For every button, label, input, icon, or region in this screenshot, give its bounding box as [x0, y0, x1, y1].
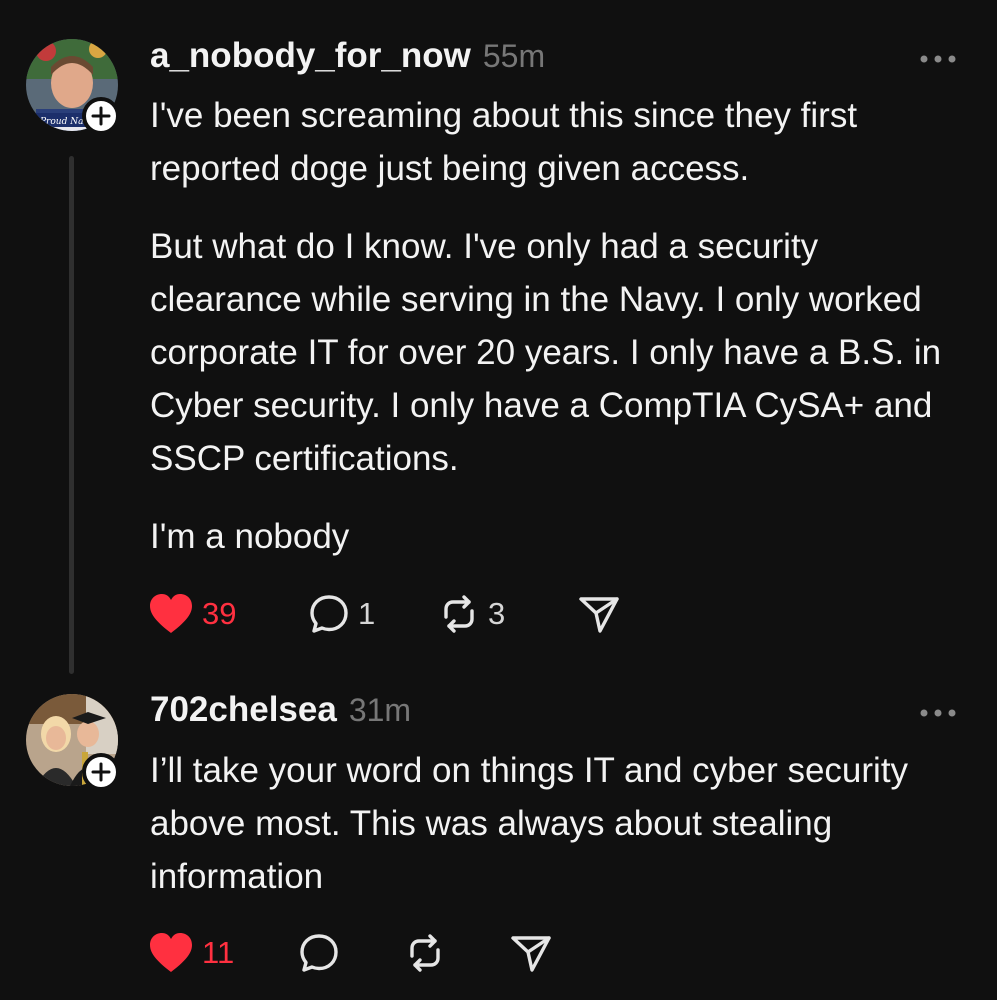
reply-button[interactable]: 1 — [308, 591, 438, 637]
post-header: 702chelsea 31m — [150, 690, 411, 734]
post-a-nobody-for-now: Proud Nav a_nobody_for_now 55m I've been… — [0, 0, 997, 680]
heart-filled-icon — [150, 594, 192, 633]
timestamp: 31m — [348, 692, 412, 728]
paper-plane-icon — [579, 597, 619, 633]
like-button[interactable]: 11 — [148, 930, 298, 976]
post-paragraph: I'm a nobody — [150, 517, 350, 556]
post-header: a_nobody_for_now 55m — [150, 36, 545, 80]
post-body: I’ll take your word on things IT and cyb… — [150, 744, 965, 903]
like-button[interactable]: 39 — [148, 591, 308, 637]
post-paragraph: I’ll take your word on things IT and cyb… — [150, 751, 909, 896]
action-bar: 11 — [148, 930, 570, 976]
paper-plane-icon — [511, 936, 551, 972]
post-paragraph: I've been screaming about this since the… — [150, 96, 858, 188]
reply-button[interactable] — [298, 930, 404, 976]
repost-count: 3 — [488, 596, 506, 631]
more-options-button[interactable] — [914, 698, 962, 728]
ellipsis-icon — [920, 55, 956, 63]
reply-count: 1 — [358, 596, 376, 631]
repost-button[interactable]: 3 — [438, 591, 578, 637]
action-bar: 39 1 3 — [148, 591, 638, 637]
like-count: 11 — [202, 935, 235, 970]
heart-filled-icon — [150, 933, 192, 972]
share-button[interactable] — [510, 930, 570, 976]
like-count: 39 — [202, 596, 237, 631]
ellipsis-icon — [920, 709, 956, 717]
follow-button[interactable] — [82, 753, 120, 791]
speech-bubble-icon — [300, 934, 338, 972]
username[interactable]: a_nobody_for_now — [150, 36, 471, 76]
plus-icon — [91, 106, 111, 126]
username[interactable]: 702chelsea — [150, 690, 337, 730]
more-options-button[interactable] — [914, 44, 962, 74]
plus-icon — [91, 762, 111, 782]
thread-line — [69, 156, 74, 674]
post-702chelsea: 702chelsea 31m I’ll take your word on th… — [0, 680, 997, 1000]
follow-button[interactable] — [82, 97, 120, 135]
post-body: I've been screaming about this since the… — [150, 89, 965, 563]
repost-arrows-icon — [444, 595, 474, 633]
speech-bubble-icon — [310, 595, 348, 633]
repost-arrows-icon — [410, 934, 440, 972]
share-button[interactable] — [578, 591, 638, 637]
repost-button[interactable] — [404, 930, 510, 976]
post-paragraph: But what do I know. I've only had a secu… — [150, 227, 942, 478]
timestamp: 55m — [482, 38, 546, 74]
svg-text:Proud Nav: Proud Nav — [39, 117, 89, 127]
